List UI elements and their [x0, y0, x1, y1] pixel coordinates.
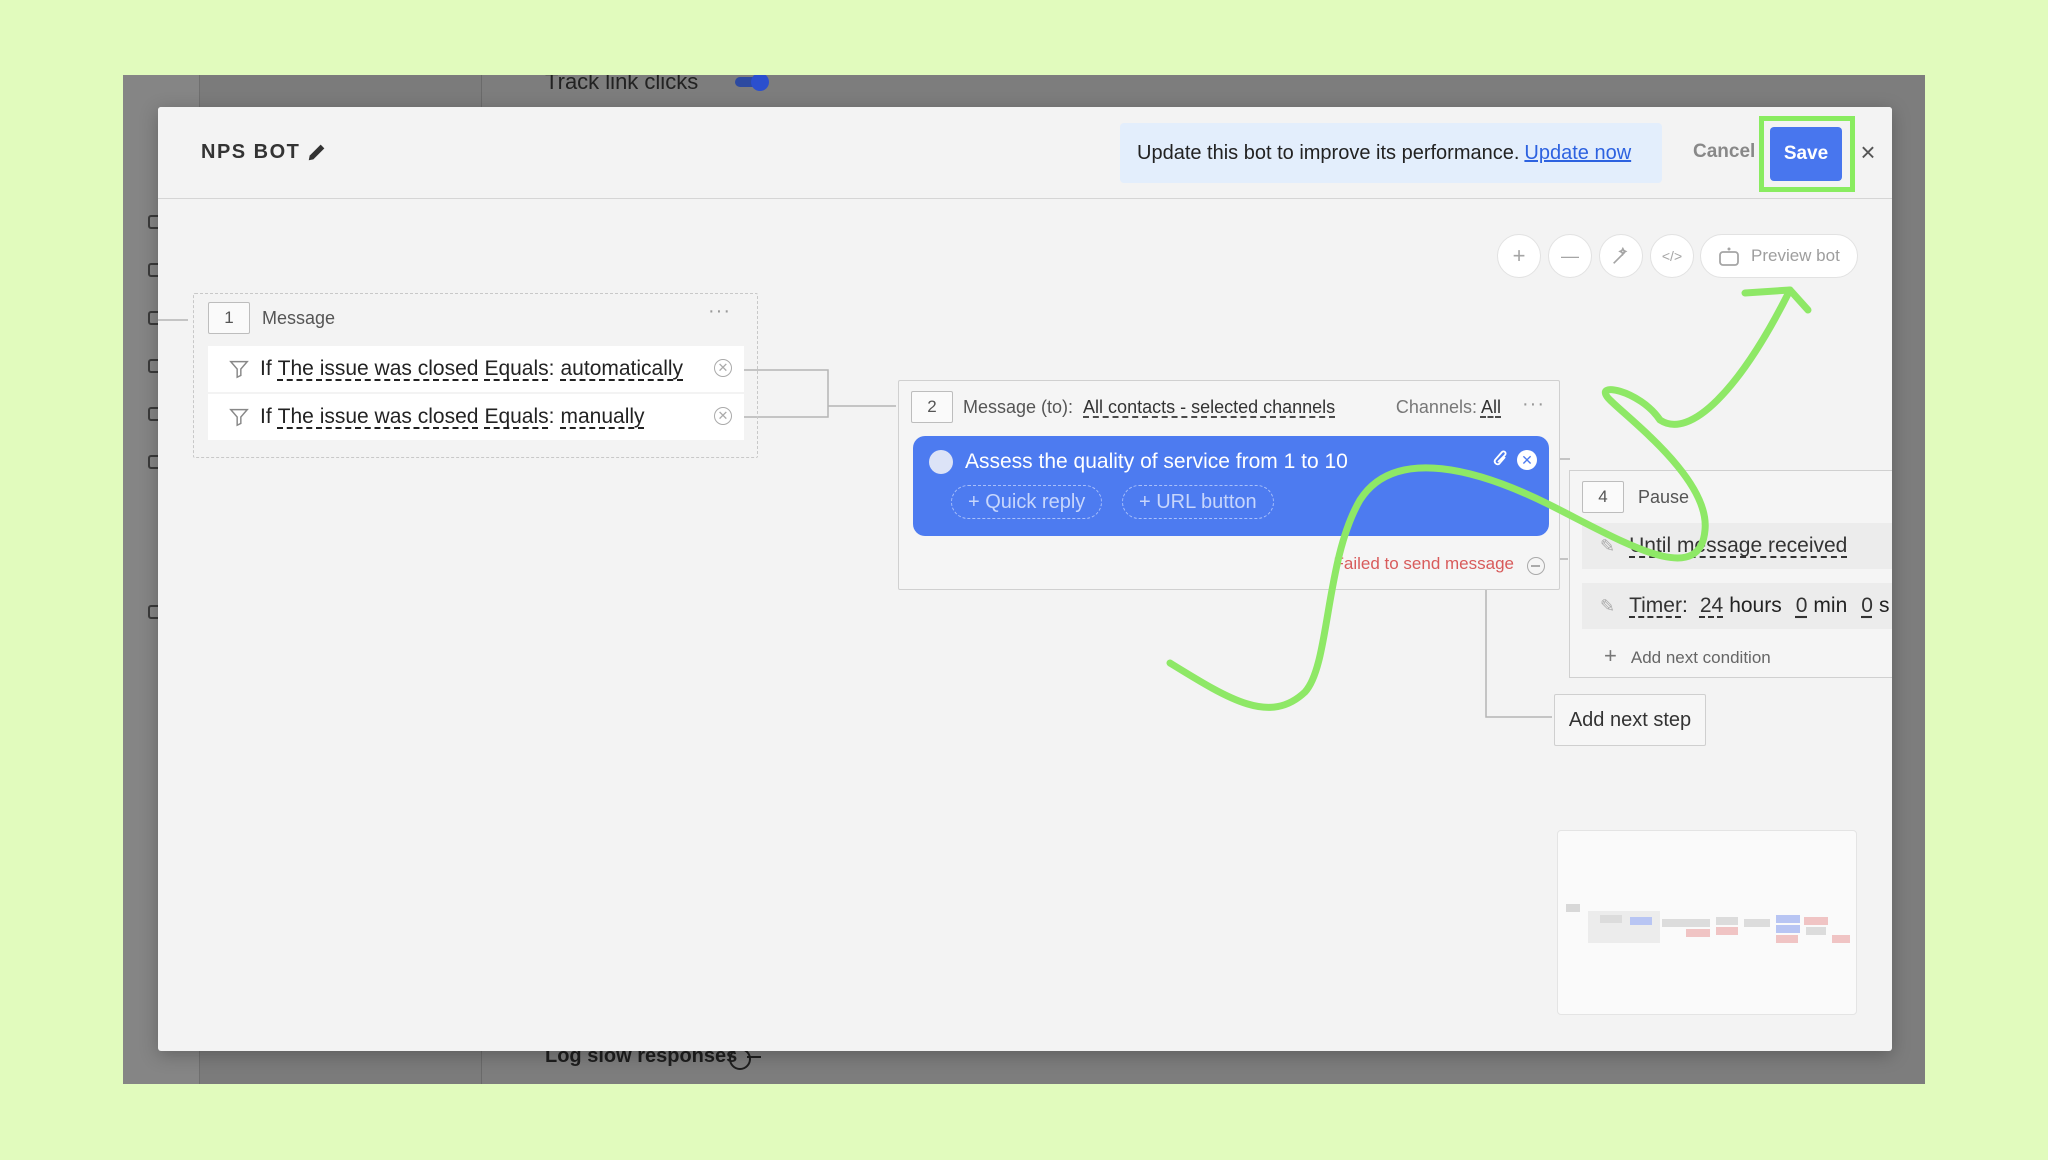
condition-row[interactable]: If The issue was closed Equals: manually…: [208, 394, 744, 440]
close-icon[interactable]: ×: [1853, 137, 1883, 167]
timer-hours-unit: hours: [1729, 594, 1782, 617]
timer-sec-value[interactable]: 0: [1861, 594, 1873, 618]
filter-icon: [229, 408, 249, 427]
zoom-in-icon[interactable]: +: [1497, 234, 1541, 278]
pencil-icon: ✎: [1600, 595, 1616, 616]
quick-reply-button[interactable]: + Quick reply: [951, 485, 1103, 519]
bg-toggle[interactable]: [735, 75, 769, 91]
more-icon[interactable]: ···: [1522, 393, 1545, 416]
step-type: Pause: [1638, 486, 1690, 507]
preview-bot-label: Preview bot: [1751, 246, 1840, 265]
channels-label: Channels:: [1395, 397, 1477, 417]
message-text[interactable]: Assess the quality of service from 1 to …: [965, 450, 1348, 474]
timer-min-value[interactable]: 0: [1796, 594, 1808, 618]
condition-row[interactable]: If The issue was closed Equals: automati…: [208, 346, 744, 392]
bg-heading: Track link clicks: [545, 75, 699, 94]
add-next-condition-label: Add next condition: [1630, 648, 1771, 667]
timer-condition[interactable]: ✎ Timer: 24 hours 0 min 0 s: [1582, 583, 1892, 629]
step-4-pause[interactable]: 4 Pause ✎ Until message received ✎ Timer…: [1569, 470, 1892, 678]
plus-icon: +: [1604, 643, 1617, 668]
minus-circle-icon[interactable]: [1527, 557, 1545, 575]
cancel-button[interactable]: Cancel: [1693, 141, 1755, 163]
step-2-header: 2 Message (to): All contacts - selected …: [911, 391, 1335, 423]
condition-operator[interactable]: Equals: [484, 405, 548, 429]
pencil-icon[interactable]: [306, 141, 328, 163]
condition-operator[interactable]: Equals: [484, 357, 548, 381]
attachment-icon[interactable]: [1491, 448, 1509, 476]
bot-editor-modal: NPS BOT Update this bot to improve its p…: [158, 107, 1892, 1051]
channels-selector[interactable]: Channels: All: [1396, 397, 1501, 418]
remove-condition-icon[interactable]: ✕: [714, 359, 732, 377]
condition-field[interactable]: The issue was closed: [278, 405, 479, 429]
step-2-message[interactable]: 2 Message (to): All contacts - selected …: [898, 380, 1560, 590]
update-now-link[interactable]: Update now: [1524, 142, 1631, 165]
code-icon[interactable]: </>: [1650, 234, 1694, 278]
preview-bot-button[interactable]: Preview bot: [1700, 234, 1858, 278]
minimap[interactable]: [1557, 830, 1857, 1015]
add-next-condition-button[interactable]: + Add next condition: [1604, 643, 1771, 669]
pencil-icon: ✎: [1600, 535, 1616, 556]
magic-wand-icon[interactable]: [1599, 234, 1643, 278]
bot-title: NPS BOT: [201, 141, 301, 163]
modal-header: NPS BOT Update this bot to improve its p…: [158, 107, 1892, 199]
step-type: Message: [262, 307, 336, 328]
timer-sec-unit: s: [1878, 594, 1890, 617]
condition-prefix: If: [260, 405, 272, 428]
until-text[interactable]: Until message received: [1629, 534, 1847, 558]
update-banner: Update this bot to improve its performan…: [1120, 123, 1662, 183]
more-icon[interactable]: ···: [708, 300, 731, 323]
add-next-step-button[interactable]: Add next step: [1554, 694, 1706, 746]
step-number: 1: [208, 302, 250, 334]
step-number: 2: [911, 391, 953, 423]
failed-to-send-label: Failed to send message: [1333, 554, 1515, 573]
message-bubble[interactable]: Assess the quality of service from 1 to …: [913, 436, 1549, 536]
step-1-message[interactable]: 1 Message ··· If The issue was closed Eq…: [193, 293, 758, 458]
avatar-icon: [929, 450, 953, 474]
condition-value[interactable]: automatically: [561, 357, 684, 381]
step-number: 4: [1582, 481, 1624, 513]
timer-hours-value[interactable]: 24: [1700, 594, 1723, 618]
timer-label: Timer: [1629, 594, 1682, 617]
robot-icon: [1719, 247, 1739, 266]
save-button[interactable]: Save: [1770, 127, 1842, 181]
condition-field[interactable]: The issue was closed: [278, 357, 479, 381]
filter-icon: [229, 360, 249, 379]
step-1-header: 1 Message: [208, 302, 335, 334]
banner-text: Update this bot to improve its performan…: [1137, 141, 1520, 164]
step-type: Message (to):: [963, 396, 1074, 417]
zoom-out-icon[interactable]: —: [1548, 234, 1592, 278]
recipients-link[interactable]: All contacts - selected channels: [1083, 397, 1335, 418]
step-4-header: 4 Pause: [1582, 481, 1689, 513]
timer-min-unit: min: [1813, 594, 1848, 617]
until-condition[interactable]: ✎ Until message received: [1582, 523, 1892, 569]
channels-value[interactable]: All: [1481, 397, 1501, 417]
delete-message-icon[interactable]: ✕: [1517, 450, 1537, 470]
condition-prefix: If: [260, 357, 272, 380]
url-button-button[interactable]: + URL button: [1122, 485, 1274, 519]
condition-value[interactable]: manually: [561, 405, 645, 429]
remove-condition-icon[interactable]: ✕: [714, 407, 732, 425]
